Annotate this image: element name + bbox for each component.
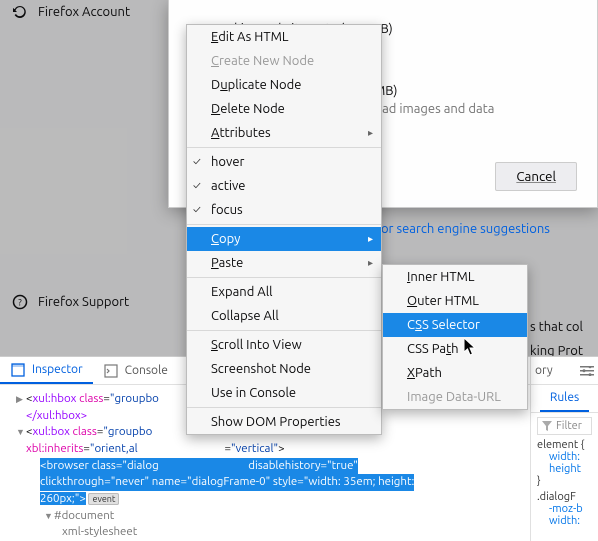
menu-item-collapse-all[interactable]: Collapse All bbox=[187, 304, 381, 328]
settings-icon[interactable] bbox=[576, 357, 598, 384]
tab-rules[interactable]: Rules bbox=[540, 385, 589, 412]
menu-item-delete-node[interactable]: Delete Node bbox=[187, 97, 381, 121]
menu-item-duplicate-node[interactable]: Duplicate Node bbox=[187, 73, 381, 97]
menu-item-attributes[interactable]: Attributes▸ bbox=[187, 121, 381, 145]
menu-item-paste[interactable]: Paste▸ bbox=[187, 251, 381, 275]
cached-label[interactable]: 125 MB) bbox=[349, 84, 577, 98]
sync-icon bbox=[12, 4, 28, 20]
cancel-button[interactable]: Cancel bbox=[495, 162, 577, 191]
event-badge[interactable]: event bbox=[88, 493, 119, 505]
menu-item-image-data-url: Image Data-URL bbox=[383, 385, 527, 409]
search-suggestions-link[interactable]: for search engine suggestions bbox=[376, 222, 550, 236]
menu-item-scroll-into-view[interactable]: Scroll Into View bbox=[187, 333, 381, 357]
svg-text:?: ? bbox=[18, 298, 22, 308]
menu-item-copy[interactable]: Copy▸ bbox=[187, 227, 381, 251]
menu-item-edit-as-html[interactable]: Edit As HTML bbox=[187, 25, 381, 49]
rules-panel[interactable]: Filter element { width: height } .dialog… bbox=[531, 413, 598, 531]
tab-inspector[interactable]: Inspector bbox=[0, 357, 93, 384]
menu-item-focus[interactable]: ✓focus bbox=[187, 198, 381, 222]
filter-input[interactable]: Filter bbox=[537, 417, 592, 435]
menu-item-expand-all[interactable]: Expand All bbox=[187, 280, 381, 304]
cached-sub: reload images and data bbox=[359, 102, 577, 116]
menu-item-hover[interactable]: ✓hover bbox=[187, 150, 381, 174]
sidebar-item-label: Firefox Support bbox=[38, 295, 129, 309]
sidebar-item-label: Firefox Account bbox=[38, 5, 130, 19]
right-tab-memory[interactable]: ory bbox=[531, 357, 557, 384]
console-icon bbox=[103, 363, 119, 379]
menu-item-xpath[interactable]: XPath bbox=[383, 361, 527, 385]
inspector-icon bbox=[10, 362, 26, 378]
menu-item-use-in-console[interactable]: Use in Console bbox=[187, 381, 381, 405]
help-icon: ? bbox=[12, 294, 28, 310]
menu-item-outer-html[interactable]: Outer HTML bbox=[383, 289, 527, 313]
menu-item-css-selector[interactable]: CSS Selector bbox=[383, 313, 527, 337]
menu-item-screenshot-node[interactable]: Screenshot Node bbox=[187, 357, 381, 381]
sidebar-item-support[interactable]: ? Firefox Support bbox=[0, 294, 141, 310]
filter-icon bbox=[542, 421, 552, 431]
menu-item-create-new-node: Create New Node bbox=[187, 49, 381, 73]
menu-item-show-dom-properties[interactable]: Show DOM Properties bbox=[187, 410, 381, 434]
sidebar-item-account[interactable]: Firefox Account bbox=[0, 4, 142, 20]
page-text-1: s that col bbox=[530, 320, 583, 334]
tab-console[interactable]: Console bbox=[93, 357, 178, 384]
menu-item-css-path[interactable]: CSS Path bbox=[383, 337, 527, 361]
copy-submenu: Inner HTMLOuter HTMLCSS SelectorCSS Path… bbox=[382, 264, 528, 410]
menu-item-active[interactable]: ✓active bbox=[187, 174, 381, 198]
menu-item-inner-html[interactable]: Inner HTML bbox=[383, 265, 527, 289]
context-menu: Edit As HTMLCreate New NodeDuplicate Nod… bbox=[186, 24, 382, 435]
